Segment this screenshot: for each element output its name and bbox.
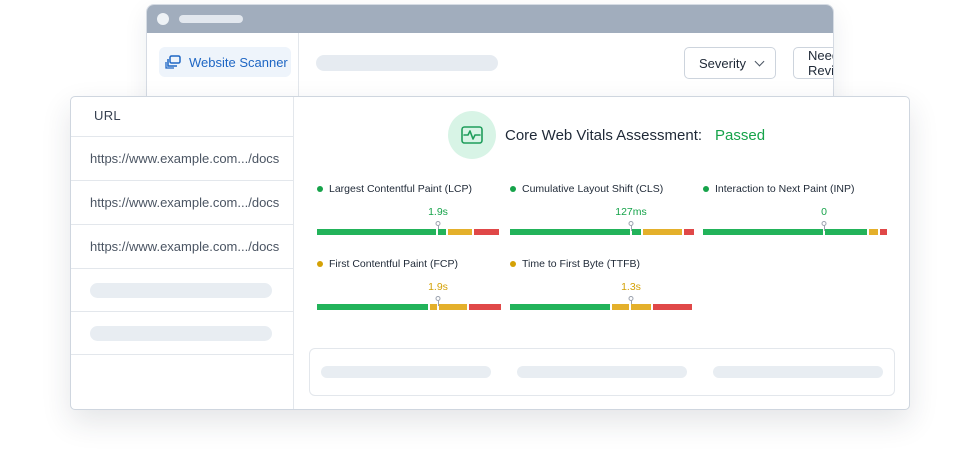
needs-improvement-segment [869, 229, 878, 235]
needs-improvement-segment [448, 229, 472, 235]
placeholder-bar [321, 366, 491, 378]
distribution-bar [510, 229, 694, 235]
good-segment [632, 229, 641, 235]
good-segment [825, 229, 867, 235]
url-text: https://www.example.com.../docs [90, 239, 280, 254]
distribution-bar [317, 229, 501, 235]
url-row[interactable]: https://www.example.com.../docs [71, 137, 293, 181]
metric-cls[interactable]: Cumulative Layout Shift (CLS) 127ms [510, 183, 694, 243]
url-list: URL https://www.example.com.../docs http… [71, 97, 294, 409]
metric-name: Largest Contentful Paint (LCP) [329, 183, 472, 195]
status-dot [703, 186, 709, 192]
metric-value: 127ms [615, 206, 647, 218]
good-segment [703, 229, 823, 235]
vitals-area: Core Web Vitals Assessment: Passed Large… [294, 97, 909, 409]
pulse-icon [461, 126, 483, 144]
placeholder-bar [90, 325, 272, 341]
needs-improvement-segment [612, 304, 629, 310]
assessment-icon-badge [448, 111, 496, 159]
metric-name-row: Largest Contentful Paint (LCP) [317, 183, 472, 195]
metric-lcp[interactable]: Largest Contentful Paint (LCP) 1.9s [317, 183, 501, 243]
metric-name: First Contentful Paint (FCP) [329, 258, 458, 270]
sidebar-item-website-scanner[interactable]: Website Scanner [159, 47, 291, 77]
metric-name-row: Cumulative Layout Shift (CLS) [510, 183, 663, 195]
metric-name-row: Interaction to Next Paint (INP) [703, 183, 854, 195]
search-placeholder-bar [316, 55, 498, 71]
good-segment [317, 229, 436, 235]
metric-value: 0 [821, 206, 827, 218]
core-web-vitals-panel: URL https://www.example.com.../docs http… [70, 96, 910, 410]
metric-name: Cumulative Layout Shift (CLS) [522, 183, 664, 195]
placeholder-bar [90, 282, 272, 298]
website-scanner-icon [165, 55, 181, 69]
metric-name-row: Time to First Byte (TTFB) [510, 258, 640, 270]
distribution-bar [510, 304, 694, 310]
metric-fcp[interactable]: First Contentful Paint (FCP) 1.9s [317, 258, 501, 318]
poor-segment [684, 229, 694, 235]
placeholder-bar [517, 366, 687, 378]
window-titlebar [147, 5, 833, 33]
url-row-placeholder [71, 312, 293, 355]
severity-dropdown[interactable]: Severity [684, 47, 776, 79]
metric-name: Interaction to Next Paint (INP) [715, 183, 855, 195]
good-segment [438, 229, 446, 235]
metric-inp[interactable]: Interaction to Next Paint (INP) 0 [703, 183, 887, 243]
placeholder-bar [713, 366, 883, 378]
poor-segment [880, 229, 887, 235]
url-row-placeholder [71, 269, 293, 312]
good-segment [510, 229, 630, 235]
metric-value: 1.3s [621, 281, 641, 293]
good-segment [317, 304, 428, 310]
url-text: https://www.example.com.../docs [90, 151, 280, 166]
url-column-header: URL [71, 97, 293, 137]
metric-value: 1.9s [428, 281, 448, 293]
status-dot [510, 186, 516, 192]
needs-improvement-segment [643, 229, 682, 235]
needs-improvement-segment [631, 304, 651, 310]
website-scanner-label: Website Scanner [189, 54, 288, 70]
poor-segment [653, 304, 692, 310]
url-row[interactable]: https://www.example.com.../docs [71, 181, 293, 225]
window-control-dot[interactable] [157, 13, 169, 25]
needs-review-dropdown-label: Needs Review [808, 48, 834, 78]
window-title-placeholder [179, 15, 243, 23]
status-dot [510, 261, 516, 267]
metric-value: 1.9s [428, 206, 448, 218]
status-dot [317, 186, 323, 192]
url-row[interactable]: https://www.example.com.../docs [71, 225, 293, 269]
severity-dropdown-label: Severity [699, 55, 746, 71]
chevron-down-icon [754, 56, 765, 66]
needs-improvement-segment [430, 304, 437, 310]
needs-review-dropdown[interactable]: Needs Review [793, 47, 834, 79]
distribution-bar [317, 304, 501, 310]
metric-name: Time to First Byte (TTFB) [522, 258, 641, 270]
assessment-header: Core Web Vitals Assessment: Passed [448, 111, 765, 159]
good-segment [510, 304, 610, 310]
distribution-bar [703, 229, 887, 235]
details-card-placeholder [309, 348, 895, 396]
metric-name-row: First Contentful Paint (FCP) [317, 258, 458, 270]
metric-ttfb[interactable]: Time to First Byte (TTFB) 1.3s [510, 258, 694, 318]
assessment-title: Core Web Vitals Assessment: [505, 126, 703, 144]
status-dot [317, 261, 323, 267]
assessment-status: Passed [715, 126, 766, 144]
poor-segment [469, 304, 501, 310]
poor-segment [474, 229, 499, 235]
needs-improvement-segment [439, 304, 467, 310]
url-text: https://www.example.com.../docs [90, 195, 280, 210]
